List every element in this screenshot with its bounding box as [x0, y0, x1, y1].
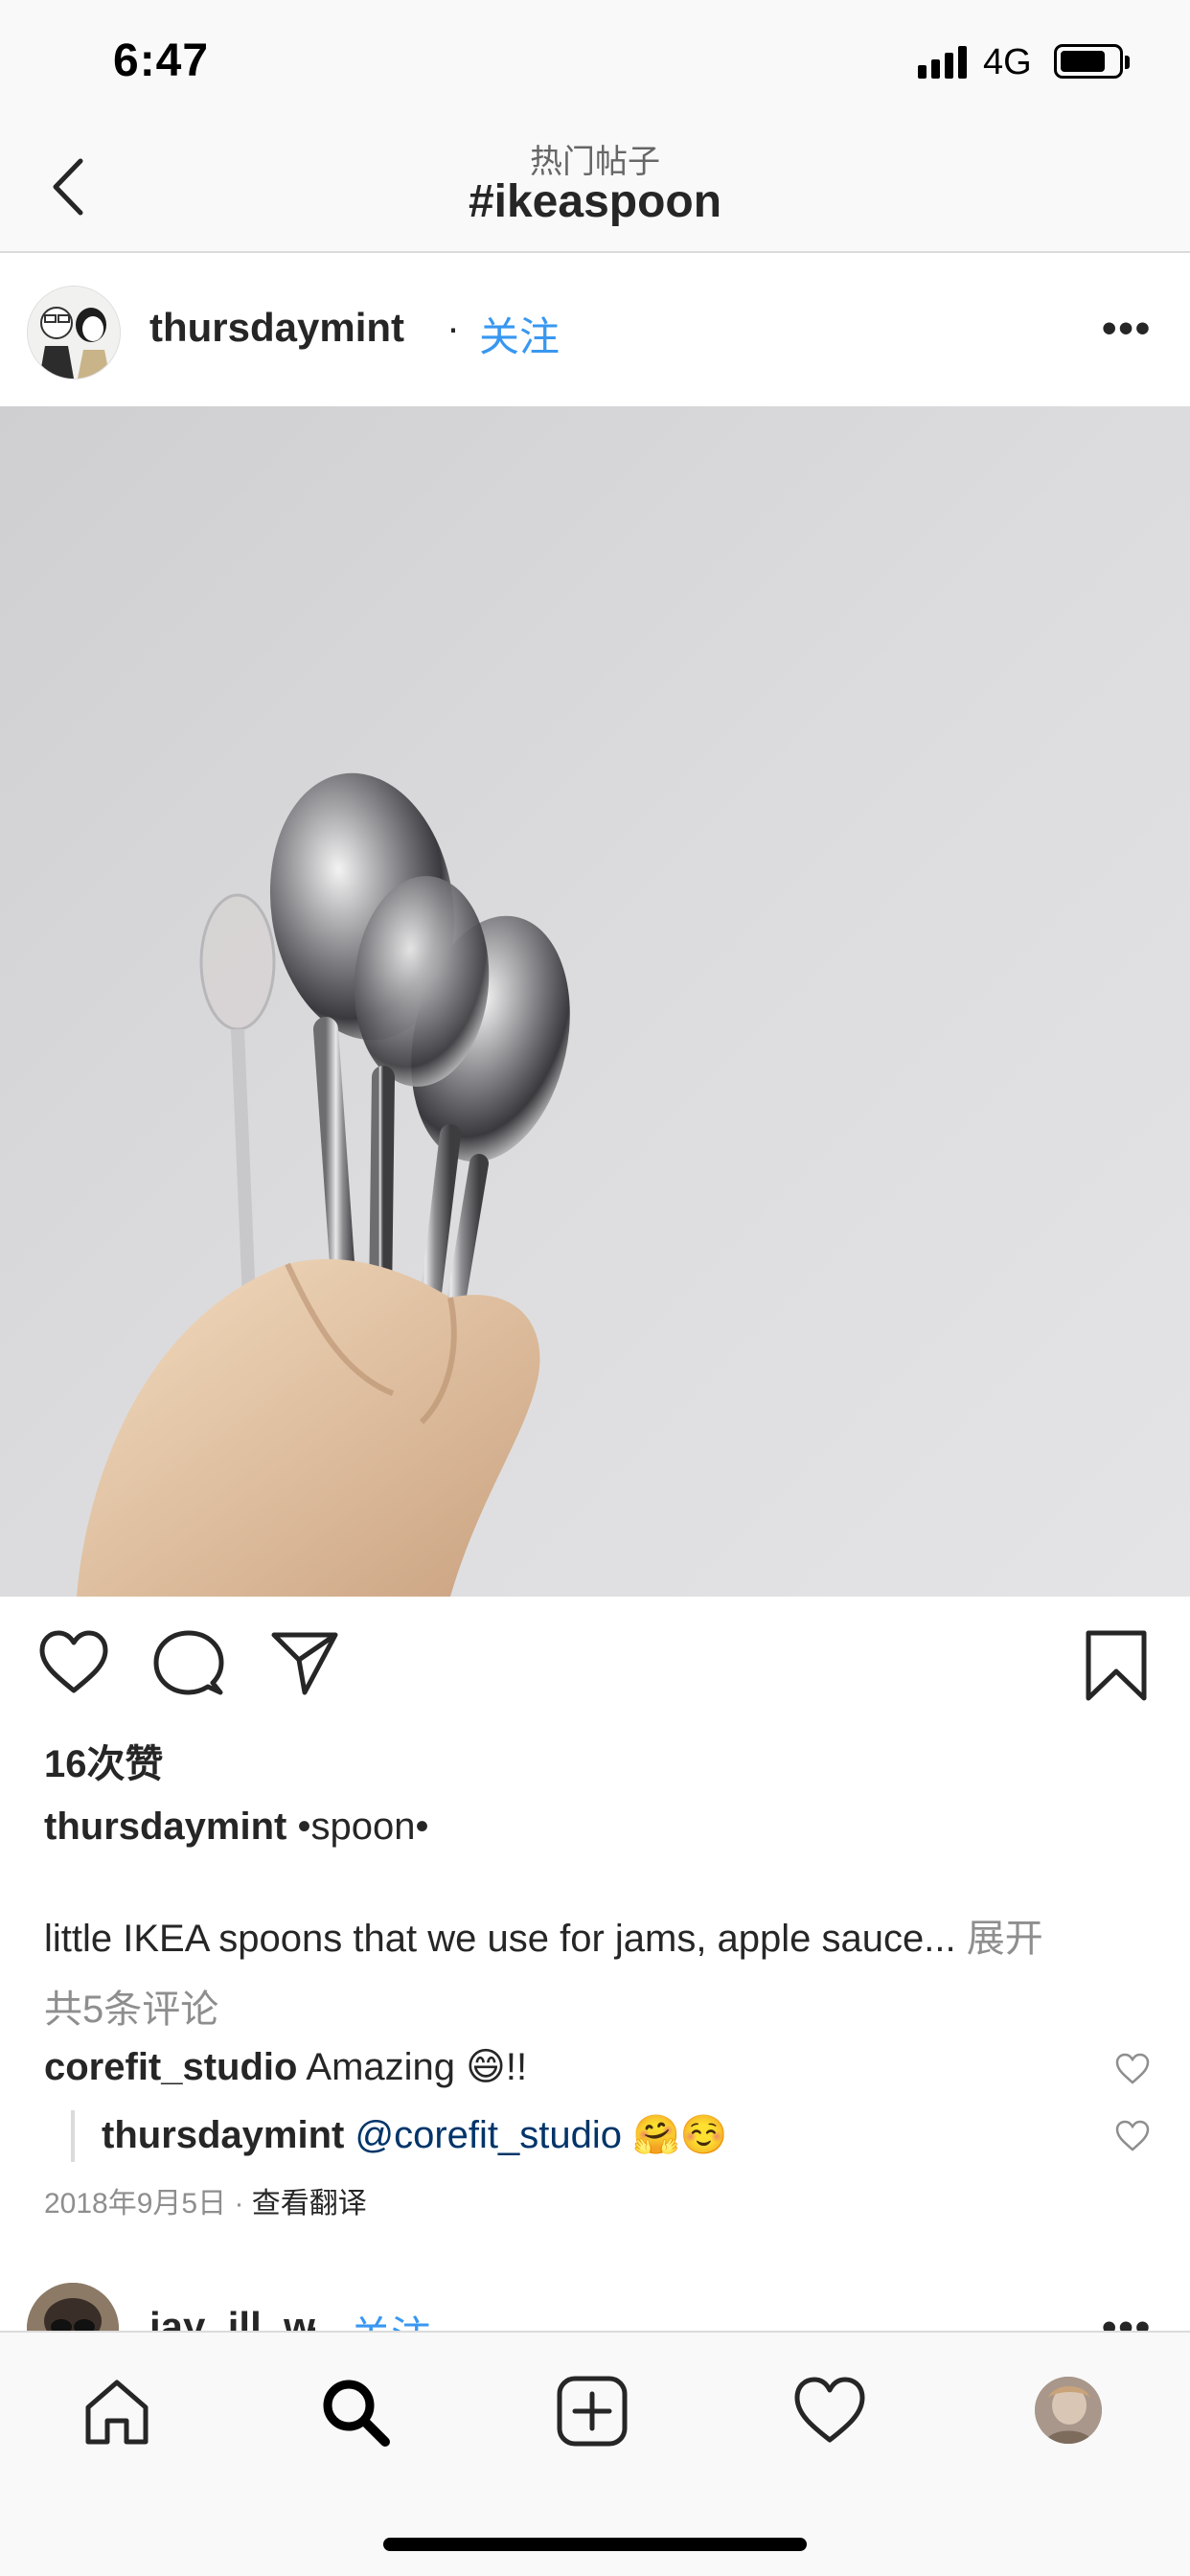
battery-cap	[1125, 56, 1130, 69]
like-button[interactable]	[38, 1629, 109, 1696]
avatar[interactable]	[27, 286, 121, 380]
share-button[interactable]	[270, 1629, 339, 1696]
comment-like-button[interactable]	[1115, 2053, 1150, 2085]
comment-mention[interactable]: @corefit_studio	[355, 2114, 622, 2156]
home-icon	[85, 2380, 149, 2445]
heart-icon	[39, 1630, 108, 1693]
separator-dot: ·	[234, 2188, 244, 2220]
date-text: 2018年9月5日	[44, 2188, 227, 2220]
author-username[interactable]: thursdaymint	[149, 305, 404, 351]
tab-home[interactable]	[80, 2375, 153, 2448]
paper-plane-icon	[271, 1632, 338, 1695]
more-options-button[interactable]: •••	[1102, 305, 1152, 353]
caption-body: little IKEA spoons that we use for jams,…	[44, 1918, 956, 1960]
comment-username[interactable]: thursdaymint	[102, 2114, 344, 2156]
tab-profile[interactable]	[1035, 2377, 1102, 2444]
battery-icon	[1054, 44, 1123, 79]
follow-button[interactable]: 关注	[479, 305, 560, 363]
network-label: 4G	[983, 42, 1032, 82]
tab-search[interactable]	[318, 2375, 391, 2448]
caption-expand-link[interactable]: 展开	[967, 1918, 1043, 1960]
comment-text: 🤗☺️	[632, 2114, 728, 2156]
comment-username[interactable]: corefit_studio	[44, 2046, 297, 2088]
comment-text: Amazing 😄!!	[306, 2046, 528, 2088]
plus-square-icon	[557, 2376, 628, 2447]
signal-icon	[918, 46, 967, 79]
comment-reply-item: thursdaymint @corefit_studio 🤗☺️	[102, 2112, 728, 2157]
heart-icon	[1115, 2053, 1150, 2084]
translate-link[interactable]: 查看翻译	[252, 2188, 367, 2220]
caption-username[interactable]: thursdaymint	[44, 1806, 286, 1848]
bookmark-icon	[1086, 1630, 1147, 1701]
status-time: 6:47	[113, 35, 210, 86]
view-all-comments-link[interactable]: 共5条评论	[44, 1978, 218, 2034]
comment-bubble-icon	[153, 1630, 224, 1695]
home-indicator	[383, 2538, 807, 2551]
tab-activity[interactable]	[793, 2375, 866, 2448]
comment-like-button[interactable]	[1115, 2120, 1150, 2152]
separator-dot: ·	[446, 305, 460, 350]
likes-count[interactable]: 16次赞	[44, 1733, 164, 1788]
post-photo[interactable]	[0, 406, 1190, 1597]
heart-icon	[1115, 2120, 1150, 2151]
caption-header: thursdaymint •spoon•	[44, 1806, 428, 1849]
page-title: #ikeaspoon	[468, 176, 722, 227]
heart-icon	[794, 2377, 865, 2443]
save-button[interactable]	[1083, 1629, 1150, 1702]
post-date: 2018年9月5日 · 查看翻译	[44, 2179, 367, 2221]
comment-item: corefit_studio Amazing 😄!!	[44, 2045, 527, 2089]
reply-indent-bar	[71, 2110, 75, 2162]
tab-new-post[interactable]	[556, 2375, 629, 2448]
search-icon	[323, 2380, 390, 2447]
caption-text: little IKEA spoons that we use for jams,…	[44, 1907, 1156, 1963]
comment-button[interactable]	[153, 1629, 224, 1698]
caption-title: •spoon•	[297, 1806, 429, 1848]
